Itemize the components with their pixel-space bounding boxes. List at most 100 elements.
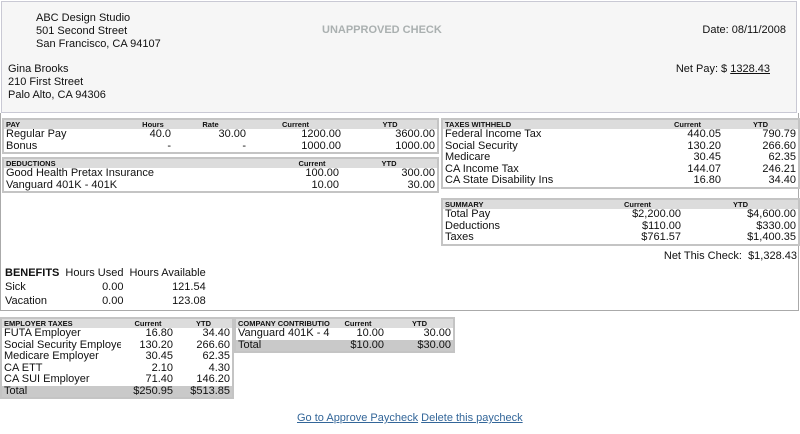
total-row-cell: $250.95 (121, 385, 175, 398)
table-row-cell: Vanguard 401K - 401K (6, 179, 118, 191)
summary-table: SUMMARY Current YTD Total Pay $2,200.00 $4,60… (441, 198, 800, 246)
table-row: CA Income Tax 144.07 246.21 (442, 164, 799, 176)
table-row-cell: 146.20 (196, 374, 230, 386)
company-name: ABC Design Studio (36, 12, 131, 24)
table-row-cell: $110.00 (642, 220, 681, 232)
table-row-cell: CA ETT (4, 362, 43, 374)
table-row-cell: 2.10 (151, 362, 173, 374)
total-row-cell: Total (1, 385, 121, 398)
table-row-cell: 130.20 (687, 140, 721, 152)
table-row-cell: Vanguard 401K - 401K (238, 328, 330, 340)
net-this-check: Net This Check: $1,328.43 (664, 250, 797, 262)
table-row-cell: 130.20 (139, 339, 173, 351)
table-row-cell: 790.79 (762, 129, 796, 141)
table-row-cell: 62.35 (202, 351, 230, 363)
table-header-cell: DEDUCTIONS (3, 158, 283, 168)
table-row: Medicare Employer 30.45 62.35 (1, 351, 233, 363)
company-city: San Francisco, CA 94107 (36, 38, 161, 50)
deductions-table: DEDUCTIONS Current YTD Good Health Pretax I… (2, 157, 439, 193)
table-row: CA SUI Employer 71.40 146.20 (1, 374, 233, 386)
table-row: CA ETT 2.10 4.30 (1, 363, 233, 375)
table-row-cell: Federal Income Tax (445, 129, 542, 141)
table-row-cell: $1,400.35 (747, 232, 796, 244)
table-row-cell: Social Security (445, 140, 518, 152)
table-header-cell: Current (652, 119, 723, 129)
table-row: Regular Pay 40.0 30.00 1200.00 3600.00 (3, 129, 438, 141)
table-header: PAY Hours Rate Current YTD (3, 119, 438, 129)
table-row-cell: 30.00 (218, 129, 246, 141)
check-preview: ABC Design Studio 501 Second Street San … (1, 1, 797, 113)
table-header: EMPLOYER TAXES Current YTD (1, 318, 233, 328)
net-pay: Net Pay: $ 1328.43 (676, 63, 782, 76)
delete-paycheck-link[interactable]: Delete this paycheck (421, 412, 523, 424)
table-row: Medicare 30.45 62.35 (442, 152, 799, 164)
table-header-cell: TAXES WITHHELD (442, 119, 652, 129)
table-row-cell: $4,600.00 (747, 209, 796, 221)
pay-table: PAY Hours Rate Current YTD Regular Pay 40.0 30.… (2, 118, 439, 154)
table-row-cell: 1000.00 (301, 140, 341, 152)
table-header: SUMMARY Current YTD (442, 199, 799, 209)
table-row-cell: 3600.00 (395, 129, 435, 141)
approve-paycheck-link[interactable]: Go to Approve Paycheck (297, 412, 418, 424)
hours-available-header: Hours Available (129, 267, 206, 279)
table-row: Total Pay $2,200.00 $4,600.00 (442, 209, 799, 221)
table-row: Federal Income Tax 440.05 790.79 (442, 129, 799, 141)
table-row-cell: 40.0 (149, 129, 171, 141)
table-row: Taxes $761.57 $1,400.35 (442, 232, 799, 245)
company-address: ABC Design Studio 501 Second Street San … (36, 12, 161, 51)
benefits-header: BENEFITS (5, 267, 60, 279)
table-row-cell: Deductions (445, 220, 501, 232)
table-row-cell: 30.00 (423, 328, 451, 340)
table-row-cell: Regular Pay (6, 129, 67, 141)
table-row: CA State Disability Ins 16.80 34.40 (442, 175, 799, 188)
table-row-cell: CA State Disability Ins (445, 175, 554, 187)
table-header-cell: YTD (341, 158, 438, 168)
table-row-cell: 246.21 (762, 163, 796, 175)
table-header-cell: Current (121, 318, 175, 328)
table-header-cell: YTD (343, 119, 438, 129)
table-row-cell: CA SUI Employer (4, 374, 90, 386)
table-row-cell: 1000.00 (395, 140, 435, 152)
table-row-cell: 440.05 (687, 129, 721, 141)
table-row: Vanguard 401K - 401K 10.00 30.00 (3, 180, 438, 193)
table-header-cell: YTD (683, 199, 799, 209)
table-row-cell: $330.00 (756, 220, 796, 232)
table-row-cell: Good Health Pretax Insurance (6, 168, 154, 180)
table-row-cell: 34.40 (768, 175, 796, 187)
net-pay-value: 1328.43 (730, 63, 770, 75)
taxes-table: TAXES WITHHELD Current YTD Federal Income T… (441, 118, 800, 189)
table-row-cell: 100.00 (305, 168, 339, 180)
net-pay-label: Net Pay: $ (675, 63, 728, 75)
total-row-cell: $513.85 (175, 385, 233, 398)
table-header-cell: SUMMARY (442, 199, 592, 209)
payee-street: 210 First Street (8, 76, 84, 88)
table-row-cell: - (242, 140, 246, 152)
table-row-cell: 71.40 (145, 374, 173, 386)
benefit-row: Sick 0.00 121.54 (2, 280, 209, 294)
table-row-cell: Taxes (445, 232, 474, 244)
summary-section: SUMMARY Current YTD Total Pay $2,200.00 $4,60… (441, 198, 800, 246)
check-date: Date: 08/11/2008 (702, 24, 786, 36)
table-row-cell: Bonus (6, 140, 38, 152)
payee-address: Gina Brooks 210 First Street Palo Alto, … (8, 63, 106, 102)
table-row-cell: 34.40 (202, 328, 230, 340)
table-header-cell: EMPLOYER TAXES (1, 318, 121, 328)
table-row-cell: CA Income Tax (445, 163, 519, 175)
table-row: Social Security 130.20 266.60 (442, 141, 799, 153)
net-this-check-label: Net This Check: (663, 250, 742, 262)
taxes-withheld-section: TAXES WITHHELD Current YTD Federal Income T… (441, 118, 800, 189)
table-row-cell: 30.00 (407, 179, 435, 191)
table-row-cell: 4.30 (208, 362, 230, 374)
benefit-row: Vacation 0.00 123.08 (2, 294, 209, 308)
table-header: DEDUCTIONS Current YTD (3, 158, 438, 168)
benefit-name: Vacation (5, 295, 47, 307)
table-header-cell: Current (592, 199, 683, 209)
pay-section: PAY Hours Rate Current YTD Regular Pay 40.0 30.… (2, 118, 439, 154)
table-row-cell: 16.80 (693, 175, 721, 187)
table-row: Deductions $110.00 $330.00 (442, 221, 799, 233)
table-header-cell: YTD (723, 119, 799, 129)
total-row-cell: $10.00 (330, 339, 386, 352)
table-header-cell: Current (248, 119, 343, 129)
benefit-name: Sick (5, 281, 26, 293)
table-row-cell: FUTA Employer (4, 328, 81, 340)
